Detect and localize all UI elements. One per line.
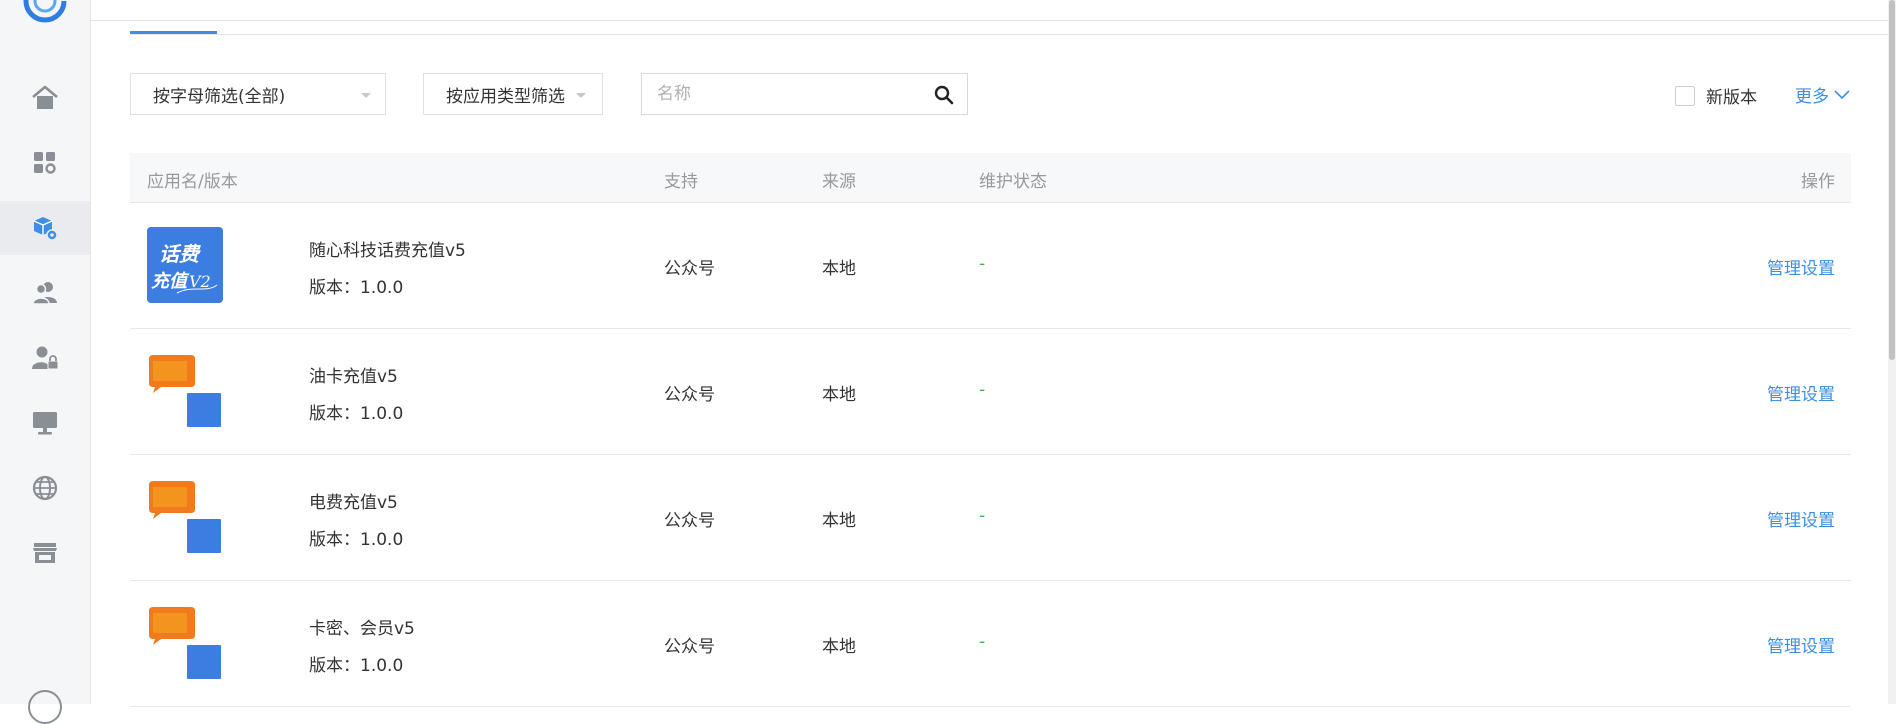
- sidebar-item-users[interactable]: [0, 266, 90, 320]
- source-cell: 本地: [822, 259, 856, 279]
- source-cell: 本地: [822, 637, 856, 657]
- manage-settings-link[interactable]: 管理设置: [1767, 380, 1835, 405]
- logo-icon: [23, 0, 67, 23]
- chevron-down-icon: [361, 93, 371, 98]
- scrollbar-thumb[interactable]: [1889, 0, 1895, 360]
- status-cell: -: [979, 380, 986, 400]
- support-cell: 公众号: [664, 259, 715, 279]
- app-name: 卡密、会员v5: [309, 619, 415, 639]
- help-icon[interactable]: [28, 690, 62, 724]
- table-row: 油卡充值v5 版本：1.0.0 公众号 本地 - 管理设置: [130, 329, 1851, 455]
- app-version: 版本：1.0.0: [309, 278, 404, 298]
- more-label: 更多: [1795, 87, 1829, 107]
- search-icon[interactable]: [933, 84, 955, 106]
- status-cell: -: [979, 506, 986, 526]
- app-version: 版本：1.0.0: [309, 530, 404, 550]
- table-row: 卡密、会员v5 版本：1.0.0 公众号 本地 - 管理设置: [130, 581, 1851, 707]
- search-box: [641, 73, 968, 115]
- chevron-down-icon: [576, 93, 586, 98]
- sidebar-item-apps[interactable]: [0, 136, 90, 190]
- monitor-icon: [33, 412, 57, 435]
- user-lock-icon: [32, 346, 59, 370]
- header-support: 支持: [664, 172, 698, 192]
- sidebar-item-permissions[interactable]: [0, 331, 90, 385]
- small-recharge-icon: [185, 517, 223, 555]
- app-version: 版本：1.0.0: [309, 404, 404, 424]
- recharge-badge-icon: [149, 607, 195, 645]
- support-cell: 公众号: [664, 385, 715, 405]
- app-name: 随心科技话费充值v5: [309, 241, 466, 261]
- letter-filter-select[interactable]: 按字母筛选(全部): [130, 73, 386, 115]
- source-cell: 本地: [822, 511, 856, 531]
- svg-text:V2: V2: [189, 272, 211, 291]
- tab-active-indicator[interactable]: [130, 31, 217, 34]
- home-icon: [32, 85, 58, 109]
- support-cell: 公众号: [664, 511, 715, 531]
- source-cell: 本地: [822, 385, 856, 405]
- app-name: 电费充值v5: [309, 493, 398, 513]
- support-cell: 公众号: [664, 637, 715, 657]
- chevron-down-icon: [1834, 89, 1850, 99]
- svg-text:充值: 充值: [151, 271, 190, 292]
- manage-settings-link[interactable]: 管理设置: [1767, 506, 1835, 531]
- sidebar-item-store[interactable]: [0, 526, 90, 580]
- header-source: 来源: [822, 172, 856, 192]
- app-icon: [147, 353, 223, 429]
- new-version-checkbox[interactable]: [1675, 85, 1695, 106]
- tabs-divider: [130, 34, 1896, 35]
- store-icon: [33, 543, 57, 563]
- table-header: 应用名/版本 支持 来源 维护状态 操作: [130, 153, 1851, 203]
- search-input[interactable]: [642, 74, 937, 114]
- new-version-toggle[interactable]: 新版本: [1675, 83, 1757, 108]
- more-button[interactable]: 更多: [1795, 82, 1850, 107]
- svg-text:话费: 话费: [159, 242, 201, 266]
- type-filter-label: 按应用类型筛选: [446, 86, 565, 107]
- recharge-badge-icon: [149, 355, 195, 393]
- table-row: 话费 充值 V2 随心科技话费充值v5 版本：1.0.0 公众号 本地 - 管理…: [130, 203, 1851, 329]
- app-name: 油卡充值v5: [309, 367, 398, 387]
- recharge-badge-icon: [149, 481, 195, 519]
- sidebar-item-monitor[interactable]: [0, 396, 90, 450]
- sidebar-item-apps-manage[interactable]: [0, 201, 90, 255]
- package-settings-icon: [33, 217, 58, 241]
- globe-icon: [32, 475, 58, 501]
- small-recharge-icon: [185, 643, 223, 681]
- header-divider: [91, 20, 1896, 21]
- header-status: 维护状态: [979, 172, 1047, 192]
- manage-settings-link[interactable]: 管理设置: [1767, 632, 1835, 657]
- manage-settings-link[interactable]: 管理设置: [1767, 254, 1835, 279]
- status-cell: -: [979, 632, 986, 652]
- status-cell: -: [979, 254, 986, 274]
- app-version: 版本：1.0.0: [309, 656, 404, 676]
- app-icon: 话费 充值 V2: [147, 227, 223, 303]
- header-name: 应用名/版本: [147, 172, 238, 192]
- header-action: 操作: [1801, 172, 1835, 192]
- scrollbar[interactable]: [1888, 0, 1896, 704]
- app-icon: [147, 605, 223, 681]
- sidebar-item-sites[interactable]: [0, 461, 90, 515]
- apps-icon: [34, 152, 56, 174]
- app-icon: [147, 479, 223, 555]
- sidebar: [0, 0, 91, 724]
- main-content: 按字母筛选(全部) 按应用类型筛选 新版本 更多 应用名/版本 支持 来源 维护…: [91, 0, 1896, 707]
- small-recharge-icon: [185, 391, 223, 429]
- app-logo-icon: 话费 充值 V2: [151, 242, 218, 294]
- letter-filter-label: 按字母筛选(全部): [153, 86, 286, 107]
- table-row: 电费充值v5 版本：1.0.0 公众号 本地 - 管理设置: [130, 455, 1851, 581]
- new-version-label: 新版本: [1706, 88, 1757, 108]
- type-filter-select[interactable]: 按应用类型筛选: [423, 73, 603, 115]
- sidebar-item-home[interactable]: [0, 71, 90, 125]
- users-icon: [32, 282, 57, 305]
